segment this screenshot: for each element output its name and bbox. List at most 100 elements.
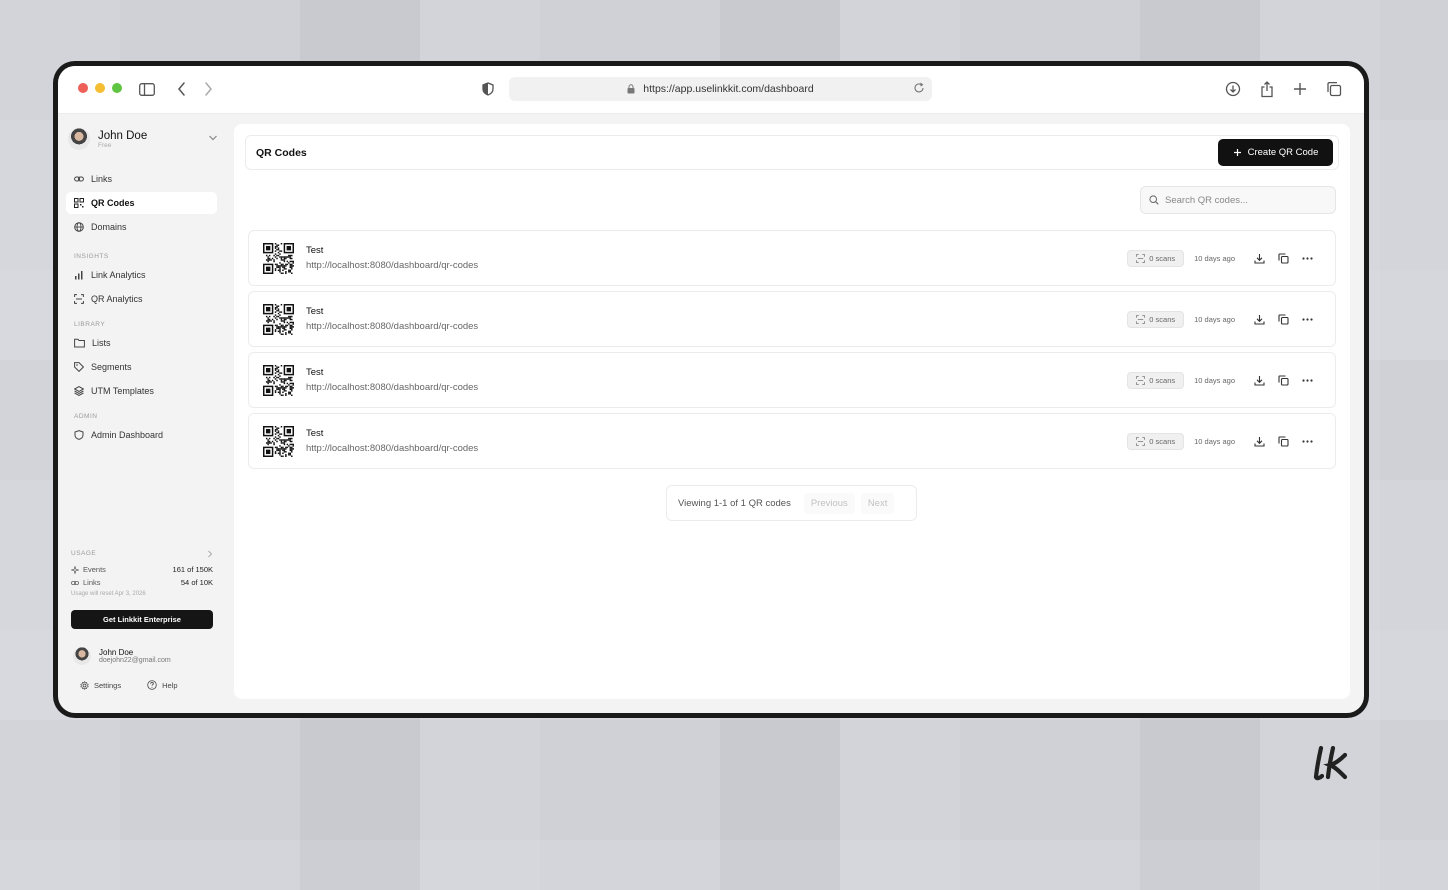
search-box[interactable] xyxy=(1140,186,1336,214)
close-window-button[interactable] xyxy=(78,83,88,93)
browser-toolbar: https://app.uselinkkit.com/dashboard xyxy=(58,66,1364,114)
more-options-button[interactable] xyxy=(1295,372,1319,389)
reload-icon[interactable] xyxy=(912,81,926,95)
settings-link[interactable]: Settings xyxy=(80,680,121,690)
section-label-library: LIBRARY xyxy=(74,321,106,328)
more-options-button[interactable] xyxy=(1295,433,1319,450)
settings-label: Settings xyxy=(94,680,122,690)
sidebar-item-qr-analytics[interactable]: QR Analytics xyxy=(66,288,217,310)
downloads-icon[interactable] xyxy=(1222,78,1244,100)
copy-button[interactable] xyxy=(1271,372,1295,389)
sidebar-toggle-icon[interactable] xyxy=(136,78,158,100)
sidebar-item-qr-codes[interactable]: QR Codes xyxy=(66,192,217,214)
usage-events-value: 161 of 150K xyxy=(172,565,213,574)
qr-code-row[interactable]: Test http://localhost:8080/dashboard/qr-… xyxy=(248,291,1336,347)
download-button[interactable] xyxy=(1247,250,1271,267)
footer-user[interactable]: John Doe doejohn22@gmail.com xyxy=(73,647,213,665)
qr-code-url[interactable]: http://localhost:8080/dashboard/qr-codes xyxy=(306,320,478,334)
usage-panel[interactable]: USAGE Events 161 of 150K Links 54 of 10K… xyxy=(71,550,213,597)
sidebar-item-label: QR Analytics xyxy=(91,294,143,304)
usage-links-label: Links xyxy=(83,578,101,587)
browser-window: https://app.uselinkkit.com/dashboard Joh… xyxy=(53,61,1369,718)
sidebar-item-link-analytics[interactable]: Link Analytics xyxy=(66,264,217,286)
new-tab-icon[interactable] xyxy=(1289,78,1311,100)
qr-code-url[interactable]: http://localhost:8080/dashboard/qr-codes xyxy=(306,442,478,456)
qr-code-row[interactable]: Test http://localhost:8080/dashboard/qr-… xyxy=(248,413,1336,469)
created-time: 10 days ago xyxy=(1194,437,1235,446)
copy-button[interactable] xyxy=(1271,250,1295,267)
qr-icon xyxy=(74,198,84,208)
scans-count: 0 scans xyxy=(1149,254,1176,263)
more-options-button[interactable] xyxy=(1295,250,1319,267)
maximize-window-button[interactable] xyxy=(112,83,122,93)
sidebar: John Doe Free Links QR Codes Domains INS… xyxy=(58,114,228,713)
more-options-button[interactable] xyxy=(1295,311,1319,328)
help-icon xyxy=(147,680,157,690)
scan-icon xyxy=(74,294,84,304)
scans-count: 0 scans xyxy=(1149,315,1176,324)
chevron-right-icon xyxy=(208,550,213,558)
layers-icon xyxy=(74,386,84,396)
previous-page-button[interactable]: Previous xyxy=(803,492,855,514)
sidebar-item-links[interactable]: Links xyxy=(66,168,217,190)
download-icon xyxy=(1253,315,1265,325)
get-enterprise-button[interactable]: Get Linkkit Enterprise xyxy=(71,610,213,629)
qr-code-url[interactable]: http://localhost:8080/dashboard/qr-codes xyxy=(306,381,478,395)
window-controls xyxy=(78,83,122,93)
download-button[interactable] xyxy=(1247,433,1271,450)
link-icon xyxy=(71,580,79,585)
copy-icon xyxy=(1277,436,1289,447)
avatar xyxy=(68,128,90,150)
share-icon[interactable] xyxy=(1256,78,1278,100)
address-bar[interactable]: https://app.uselinkkit.com/dashboard xyxy=(509,77,932,101)
help-link[interactable]: Help xyxy=(147,680,178,690)
lock-icon xyxy=(627,84,635,94)
qr-code-url[interactable]: http://localhost:8080/dashboard/qr-codes xyxy=(306,259,478,273)
scan-icon xyxy=(1136,254,1146,263)
avatar xyxy=(73,647,91,665)
sidebar-item-segments[interactable]: Segments xyxy=(66,356,217,378)
sidebar-item-domains[interactable]: Domains xyxy=(66,216,217,238)
more-icon xyxy=(1301,379,1313,382)
sidebar-item-lists[interactable]: Lists xyxy=(66,332,217,354)
sidebar-item-admin-dashboard[interactable]: Admin Dashboard xyxy=(66,424,217,446)
back-icon[interactable] xyxy=(171,78,193,100)
next-page-button[interactable]: Next xyxy=(860,492,895,514)
pagination-summary: Viewing 1-1 of 1 QR codes xyxy=(678,497,791,509)
scans-badge: 0 scans xyxy=(1127,250,1185,267)
qr-code-thumbnail xyxy=(263,304,294,335)
create-qr-code-label: Create QR Code xyxy=(1247,147,1319,158)
account-switcher[interactable]: John Doe Free xyxy=(68,126,218,152)
qr-code-row[interactable]: Test http://localhost:8080/dashboard/qr-… xyxy=(248,230,1336,286)
user-name: John Doe xyxy=(98,129,148,142)
copy-button[interactable] xyxy=(1271,311,1295,328)
forward-icon[interactable] xyxy=(197,78,219,100)
tag-icon xyxy=(74,362,84,372)
link-icon xyxy=(74,176,84,182)
privacy-shield-icon[interactable] xyxy=(477,78,499,100)
copy-button[interactable] xyxy=(1271,433,1295,450)
download-button[interactable] xyxy=(1247,311,1271,328)
minimize-window-button[interactable] xyxy=(95,83,105,93)
gear-icon xyxy=(80,680,89,690)
qr-code-thumbnail xyxy=(263,243,294,274)
create-qr-code-button[interactable]: Create QR Code xyxy=(1218,139,1333,166)
qr-code-list: Test http://localhost:8080/dashboard/qr-… xyxy=(248,230,1336,474)
created-time: 10 days ago xyxy=(1194,254,1235,263)
more-icon xyxy=(1301,318,1313,321)
help-label: Help xyxy=(162,680,178,690)
footer-links: Settings Help xyxy=(80,680,178,690)
search-input[interactable] xyxy=(1165,194,1325,206)
qr-code-name: Test xyxy=(306,306,324,317)
section-label-insights: INSIGHTS xyxy=(74,253,109,260)
download-button[interactable] xyxy=(1247,372,1271,389)
tab-overview-icon[interactable] xyxy=(1323,78,1345,100)
sidebar-item-utm-templates[interactable]: UTM Templates xyxy=(66,380,217,402)
scans-count: 0 scans xyxy=(1149,376,1176,385)
download-icon xyxy=(1253,437,1265,447)
globe-icon xyxy=(74,222,84,232)
footer-user-email: doejohn22@gmail.com xyxy=(99,657,171,664)
folder-icon xyxy=(74,338,85,348)
qr-code-row[interactable]: Test http://localhost:8080/dashboard/qr-… xyxy=(248,352,1336,408)
linkkit-logo xyxy=(1313,745,1348,781)
